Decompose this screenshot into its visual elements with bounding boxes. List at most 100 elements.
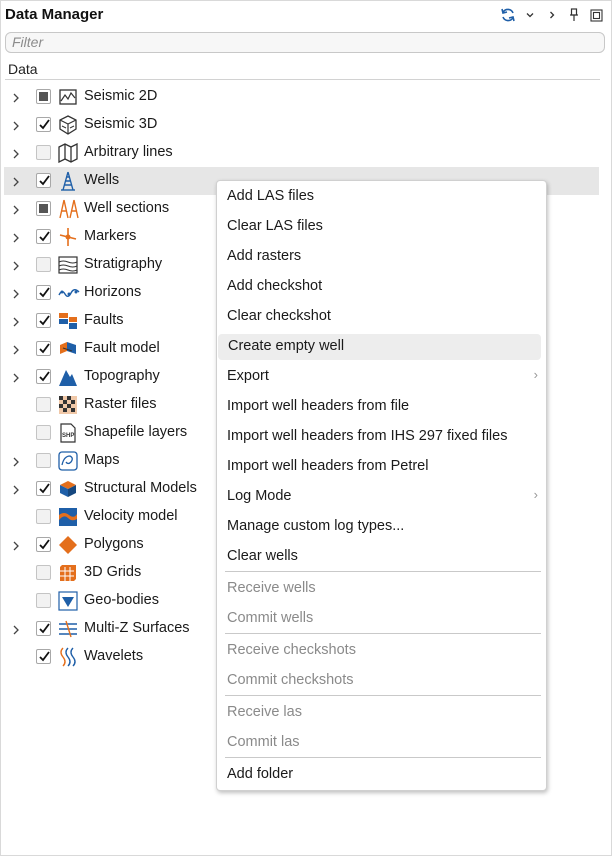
visibility-checkbox[interactable] (36, 397, 51, 412)
menu-item-label: Import well headers from Petrel (227, 458, 429, 474)
menu-item-label: Import well headers from IHS 297 fixed f… (227, 428, 508, 444)
expand-chevron-icon[interactable] (10, 119, 22, 131)
menu-separator (225, 695, 541, 696)
visibility-checkbox[interactable] (36, 173, 51, 188)
visibility-checkbox[interactable] (36, 649, 51, 664)
expand-chevron-icon[interactable] (10, 287, 22, 299)
menu-item-log-mode[interactable]: Log Mode › (217, 484, 546, 510)
visibility-checkbox[interactable] (36, 341, 51, 356)
wells-context-menu: Add LAS files Clear LAS files Add rasters A… (216, 180, 547, 791)
submenu-arrow-icon: › (533, 367, 538, 382)
tree-item-label: Raster files (84, 396, 157, 412)
horizons-icon (58, 283, 80, 303)
tree-item-label: Seismic 2D (84, 88, 158, 104)
expand-chevron-icon[interactable] (10, 539, 22, 551)
visibility-checkbox[interactable] (36, 509, 51, 524)
tree-item-label: Geo-bodies (84, 592, 159, 608)
geo-bodies-icon (58, 591, 78, 611)
expand-chevron-icon[interactable] (10, 231, 22, 243)
menu-item-add-las-files[interactable]: Add LAS files (217, 184, 546, 210)
menu-item-label: Commit las (227, 734, 300, 750)
menu-item-label: Receive las (227, 704, 302, 720)
chevron-right-icon[interactable] (544, 6, 560, 24)
visibility-checkbox[interactable] (36, 313, 51, 328)
expand-chevron-icon[interactable] (10, 371, 22, 383)
visibility-checkbox[interactable] (36, 369, 51, 384)
expand-chevron-icon[interactable] (10, 91, 22, 103)
menu-item-label: Add checkshot (227, 278, 323, 294)
markers-icon (58, 227, 78, 247)
menu-item-commit-checkshots: Commit checkshots (217, 668, 546, 694)
tree-item-label: Horizons (84, 284, 142, 300)
menu-item-label: Add rasters (227, 248, 302, 264)
tree-item-label: Shapefile layers (84, 424, 188, 440)
menu-item-clear-checkshot[interactable]: Clear checkshot (217, 304, 546, 330)
visibility-checkbox[interactable] (36, 453, 51, 468)
tree-item-seismic-2d[interactable]: Seismic 2D (4, 83, 599, 111)
expand-chevron-icon[interactable] (10, 175, 22, 187)
filter-input[interactable]: Filter (5, 32, 605, 53)
tree-item-arbitrary-lines[interactable]: Arbitrary lines (4, 139, 599, 167)
structural-models-icon (58, 479, 78, 499)
tree-item-label: Topography (84, 368, 160, 384)
tree-item-label: Well sections (84, 200, 170, 216)
menu-item-import-well-headers-from-file[interactable]: Import well headers from file (217, 394, 546, 420)
menu-item-import-well-headers-from-ihs-297-fixed-files[interactable]: Import well headers from IHS 297 fixed f… (217, 424, 546, 450)
menu-item-export[interactable]: Export › (217, 364, 546, 390)
tree-item-label: Polygons (84, 536, 144, 552)
menu-item-receive-checkshots: Receive checkshots (217, 638, 546, 664)
menu-item-commit-las: Commit las (217, 730, 546, 756)
visibility-checkbox[interactable] (36, 425, 51, 440)
menu-item-label: Add folder (227, 766, 294, 782)
tree-scrollbar[interactable] (600, 57, 608, 853)
menu-separator (225, 633, 541, 634)
menu-item-clear-las-files[interactable]: Clear LAS files (217, 214, 546, 240)
visibility-checkbox[interactable] (36, 285, 51, 300)
menu-separator (225, 571, 541, 572)
expand-chevron-icon[interactable] (10, 315, 22, 327)
menu-item-label: Commit wells (227, 610, 314, 626)
expand-chevron-icon[interactable] (10, 343, 22, 355)
expand-chevron-icon[interactable] (10, 147, 22, 159)
tree-item-seismic-3d[interactable]: Seismic 3D (4, 111, 599, 139)
menu-item-add-folder[interactable]: Add folder (217, 762, 546, 788)
visibility-checkbox[interactable] (36, 117, 51, 132)
menu-item-label: Clear checkshot (227, 308, 331, 324)
visibility-checkbox[interactable] (36, 89, 51, 104)
tree-item-label: 3D Grids (84, 564, 142, 580)
visibility-checkbox[interactable] (36, 537, 51, 552)
panel-title: Data Manager (5, 6, 104, 23)
seismic-2d-icon (58, 87, 78, 107)
expand-chevron-icon[interactable] (10, 259, 22, 271)
refresh-icon[interactable] (499, 6, 517, 24)
visibility-checkbox[interactable] (36, 229, 51, 244)
expand-chevron-icon[interactable] (10, 623, 22, 635)
expand-chevron-icon[interactable] (10, 455, 22, 467)
menu-item-add-checkshot[interactable]: Add checkshot (217, 274, 546, 300)
menu-item-import-well-headers-from-petrel[interactable]: Import well headers from Petrel (217, 454, 546, 480)
tree-item-label: Structural Models (84, 480, 197, 496)
visibility-checkbox[interactable] (36, 621, 51, 636)
visibility-checkbox[interactable] (36, 145, 51, 160)
well-icon (58, 171, 78, 191)
expand-chevron-icon[interactable] (10, 203, 22, 215)
visibility-checkbox[interactable] (36, 481, 51, 496)
visibility-checkbox[interactable] (36, 201, 51, 216)
tree-item-label: Wells (84, 172, 120, 188)
3d-grids-icon (58, 563, 78, 583)
pin-icon[interactable] (566, 6, 582, 24)
menu-item-create-empty-well[interactable]: Create empty well (218, 334, 541, 360)
arbitrary-lines-icon (58, 142, 78, 164)
maximize-icon[interactable] (588, 6, 604, 24)
tree-item-label: Stratigraphy (84, 256, 163, 272)
menu-item-manage-custom-log-types[interactable]: Manage custom log types... (217, 514, 546, 540)
visibility-checkbox[interactable] (36, 257, 51, 272)
visibility-checkbox[interactable] (36, 565, 51, 580)
menu-item-add-rasters[interactable]: Add rasters (217, 244, 546, 270)
topography-icon (58, 367, 78, 387)
menu-item-clear-wells[interactable]: Clear wells (217, 544, 546, 570)
visibility-checkbox[interactable] (36, 593, 51, 608)
column-header-data: Data (5, 61, 600, 80)
expand-chevron-icon[interactable] (10, 483, 22, 495)
chevron-down-icon[interactable] (522, 6, 538, 24)
